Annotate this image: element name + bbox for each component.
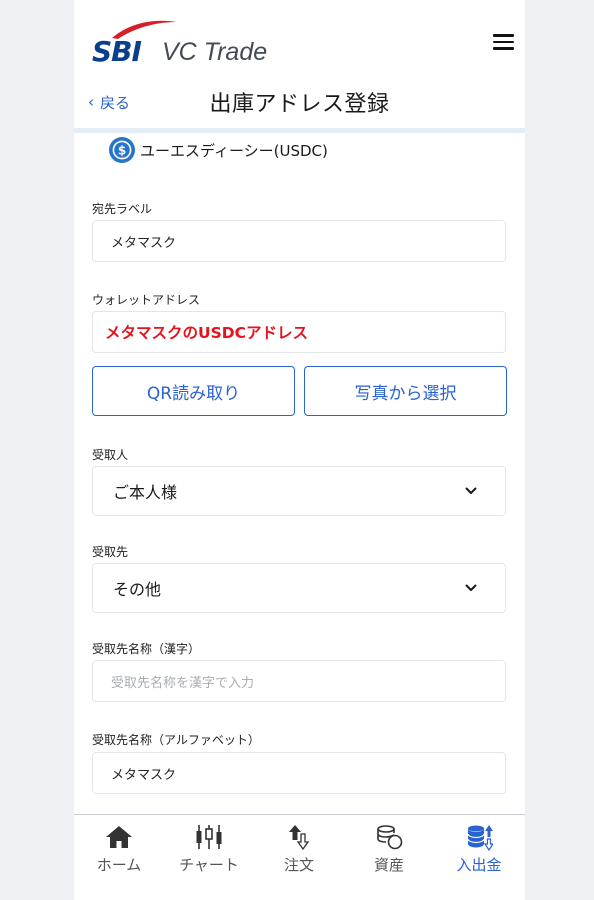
dest-name-kanji-label: 受取先名称（漢字） — [92, 642, 201, 656]
coin-name: ユーエスディーシー(USDC) — [140, 141, 328, 160]
recipient-select[interactable]: ご本人様 — [92, 466, 506, 516]
qr-scan-button[interactable]: QR読み取り — [92, 366, 295, 416]
sub-header: ‹ 戻る 出庫アドレス登録 — [74, 80, 525, 130]
dest-label-label: 宛先ラベル — [92, 202, 153, 216]
hamburger-menu-icon[interactable] — [491, 32, 517, 52]
bottom-nav: ホーム チャート 注文 資産 入出金 — [74, 814, 525, 900]
deposit-withdraw-icon — [467, 825, 493, 851]
assets-icon — [377, 825, 403, 850]
svg-text:$: $ — [118, 144, 126, 158]
nav-item-chart[interactable]: チャート — [164, 823, 254, 883]
recipient-select-value: ご本人様 — [113, 483, 178, 502]
nav-item-home[interactable]: ホーム — [74, 823, 164, 883]
sbi-vc-trade-logo[interactable]: SBI VC Trade — [90, 18, 280, 68]
nav-label-assets: 資産 — [373, 856, 404, 874]
chart-icon — [196, 825, 222, 849]
header-divider — [74, 128, 525, 133]
app-header: SBI VC Trade — [74, 0, 525, 80]
destination-select[interactable]: その他 — [92, 563, 506, 613]
logo-sbi-text: SBI — [92, 35, 142, 68]
app-screen: SBI VC Trade ‹ 戻る 出庫アドレス登録 $ ユーエスディーシー(U… — [74, 0, 525, 900]
chevron-down-icon — [465, 487, 477, 494]
logo-vc-trade-text: VC Trade — [162, 38, 268, 66]
dest-name-kanji-input[interactable]: 受取先名称を漢字で入力 — [92, 660, 506, 702]
dest-name-alpha-input[interactable]: メタマスク — [92, 752, 506, 794]
usdc-coin-icon: $ — [109, 137, 135, 163]
dest-name-alpha-label: 受取先名称（アルファベット） — [92, 733, 260, 747]
home-icon — [106, 826, 132, 848]
nav-label-home: ホーム — [96, 856, 142, 874]
nav-label-chart: チャート — [179, 856, 239, 874]
wallet-address-input[interactable]: メタマスクのUSDCアドレス — [92, 311, 506, 353]
dest-label-input[interactable]: メタマスク — [92, 220, 506, 262]
page-title: 出庫アドレス登録 — [209, 92, 390, 117]
wallet-address-label: ウォレットアドレス — [92, 293, 201, 307]
destination-label: 受取先 — [92, 545, 129, 559]
nav-label-order: 注文 — [283, 856, 314, 874]
order-icon — [289, 825, 310, 851]
destination-select-value: その他 — [113, 580, 162, 599]
nav-item-assets[interactable]: 資産 — [344, 823, 434, 883]
recipient-label: 受取人 — [92, 448, 129, 462]
nav-label-deposit-withdraw: 入出金 — [456, 856, 502, 874]
chevron-down-icon — [465, 584, 477, 591]
coin-row: $ ユーエスディーシー(USDC) — [109, 137, 328, 163]
nav-item-order[interactable]: 注文 — [254, 823, 344, 883]
nav-item-deposit-withdraw[interactable]: 入出金 — [434, 823, 524, 883]
select-from-photo-button[interactable]: 写真から選択 — [304, 366, 507, 416]
